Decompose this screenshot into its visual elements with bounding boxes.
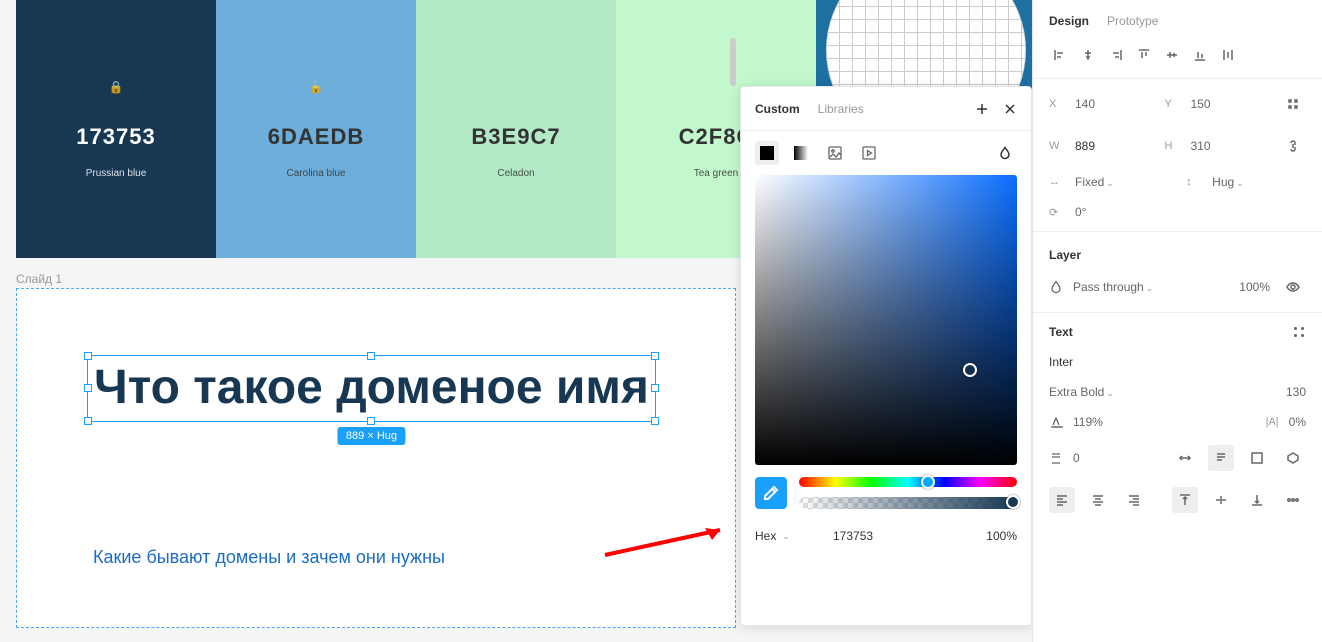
lineheight-icon <box>1049 415 1063 429</box>
resize-handle[interactable] <box>84 417 92 425</box>
align-right-icon[interactable] <box>1103 42 1129 68</box>
hue-slider[interactable] <box>799 477 1017 487</box>
text-align-center-icon[interactable] <box>1085 487 1111 513</box>
vertical-resize[interactable]: Hug⌄ <box>1212 175 1244 189</box>
font-family-select[interactable]: Inter <box>1049 355 1073 369</box>
text-settings-icon[interactable] <box>1292 325 1306 339</box>
close-icon[interactable] <box>1003 102 1017 116</box>
resize-handle[interactable] <box>651 352 659 360</box>
resize-handle[interactable] <box>651 417 659 425</box>
height-value[interactable]: 310 <box>1191 139 1211 153</box>
picker-tab-custom[interactable]: Custom <box>755 102 800 116</box>
text-valign-top-icon[interactable] <box>1172 487 1198 513</box>
resize-handle[interactable] <box>651 384 659 392</box>
swatch-hex: 173753 <box>76 124 155 150</box>
slide-subtitle: Какие бывают домены и зачем они нужны <box>93 545 445 570</box>
position-lock-icon[interactable] <box>1280 91 1306 117</box>
swatch-hex: 6DAEDB <box>268 124 364 150</box>
fixed-size-icon[interactable] <box>1244 445 1270 471</box>
alpha-value[interactable]: 100% <box>957 529 1017 543</box>
align-vcenter-icon[interactable] <box>1159 42 1185 68</box>
palette-swatch[interactable]: 🔒 6DAEDB Carolina blue <box>216 0 416 258</box>
properties-panel: Design Prototype X140 Y150 W889 H310 ↔Fi… <box>1032 0 1322 642</box>
font-weight-select[interactable]: Extra Bold⌄ <box>1049 385 1114 399</box>
color-mode-select[interactable]: Hex⌄ <box>755 529 805 543</box>
slide-frame[interactable]: Что такое доменое имя 889 × Hug Какие бы… <box>16 288 736 628</box>
image-fill-button[interactable] <box>823 141 847 165</box>
text-align-right-icon[interactable] <box>1121 487 1147 513</box>
align-left-icon[interactable] <box>1047 42 1073 68</box>
blend-drop-icon <box>1049 280 1063 294</box>
swatch-name: Carolina blue <box>287 168 346 179</box>
lock-icon: 🔒 <box>309 80 324 94</box>
hex-value[interactable]: 173753 <box>813 529 949 543</box>
tab-prototype[interactable]: Prototype <box>1107 14 1158 28</box>
palette-swatch[interactable]: 🔒 173753 Prussian blue <box>16 0 216 258</box>
align-top-icon[interactable] <box>1131 42 1157 68</box>
text-section-title: Text <box>1049 325 1073 339</box>
swatch-name: Prussian blue <box>86 168 147 179</box>
truncate-icon[interactable] <box>1280 445 1306 471</box>
swatch-name: Tea green <box>694 168 738 179</box>
more-options-icon[interactable] <box>1280 487 1306 513</box>
scrollbar-thumb[interactable] <box>730 38 736 86</box>
color-picker-popup: Custom Libraries Hex⌄ <box>740 86 1032 626</box>
align-hcenter-icon[interactable] <box>1075 42 1101 68</box>
width-value[interactable]: 889 <box>1075 139 1095 153</box>
slide-title: Что такое доменое имя <box>94 362 649 415</box>
letterspacing-value[interactable]: 0% <box>1289 415 1306 429</box>
y-value[interactable]: 150 <box>1191 97 1211 111</box>
rotation-value[interactable]: 0° <box>1075 205 1086 219</box>
text-valign-middle-icon[interactable] <box>1208 487 1234 513</box>
layer-section-title: Layer <box>1033 236 1322 266</box>
resize-handle[interactable] <box>84 352 92 360</box>
frame-label[interactable]: Слайд 1 <box>16 272 62 286</box>
lock-icon: 🔒 <box>109 80 124 94</box>
annotation-arrow <box>600 520 740 565</box>
align-bottom-icon[interactable] <box>1187 42 1213 68</box>
paragraph-spacing-icon <box>1049 451 1063 465</box>
distribute-icon[interactable] <box>1215 42 1241 68</box>
solid-fill-button[interactable] <box>755 141 779 165</box>
horizontal-resize[interactable]: Fixed⌄ <box>1075 175 1114 189</box>
paragraph-spacing[interactable]: 0 <box>1073 451 1080 465</box>
text-align-left-icon[interactable] <box>1049 487 1075 513</box>
font-size[interactable]: 130 <box>1286 385 1306 399</box>
picker-tab-libraries[interactable]: Libraries <box>818 102 864 116</box>
alpha-slider[interactable] <box>799 497 1017 509</box>
auto-height-icon[interactable] <box>1208 445 1234 471</box>
x-value[interactable]: 140 <box>1075 97 1095 111</box>
resize-handle[interactable] <box>84 384 92 392</box>
text-valign-bottom-icon[interactable] <box>1244 487 1270 513</box>
resize-handle[interactable] <box>367 417 375 425</box>
video-fill-button[interactable] <box>857 141 881 165</box>
gradient-fill-button[interactable] <box>789 141 813 165</box>
selected-text-layer[interactable]: Что такое доменое имя 889 × Hug <box>87 355 656 422</box>
plus-icon[interactable] <box>975 102 989 116</box>
saturation-area[interactable] <box>755 175 1017 465</box>
auto-width-icon[interactable] <box>1172 445 1198 471</box>
blend-mode-icon[interactable] <box>993 141 1017 165</box>
visibility-icon[interactable] <box>1280 274 1306 300</box>
swatch-hex: B3E9C7 <box>471 124 560 150</box>
lineheight-value[interactable]: 119% <box>1073 415 1103 429</box>
tab-design[interactable]: Design <box>1049 14 1089 28</box>
eyedropper-button[interactable] <box>755 477 787 509</box>
blend-mode-select[interactable]: Pass through⌄ <box>1073 280 1153 294</box>
resize-handle[interactable] <box>367 352 375 360</box>
swatch-name: Celadon <box>497 168 534 179</box>
saturation-cursor[interactable] <box>963 363 977 377</box>
selection-size-badge: 889 × Hug <box>338 427 405 445</box>
palette-swatch[interactable]: 🔒 B3E9C7 Celadon <box>416 0 616 258</box>
constrain-proportions-icon[interactable] <box>1280 133 1306 159</box>
layer-opacity[interactable]: 100% <box>1239 280 1270 294</box>
